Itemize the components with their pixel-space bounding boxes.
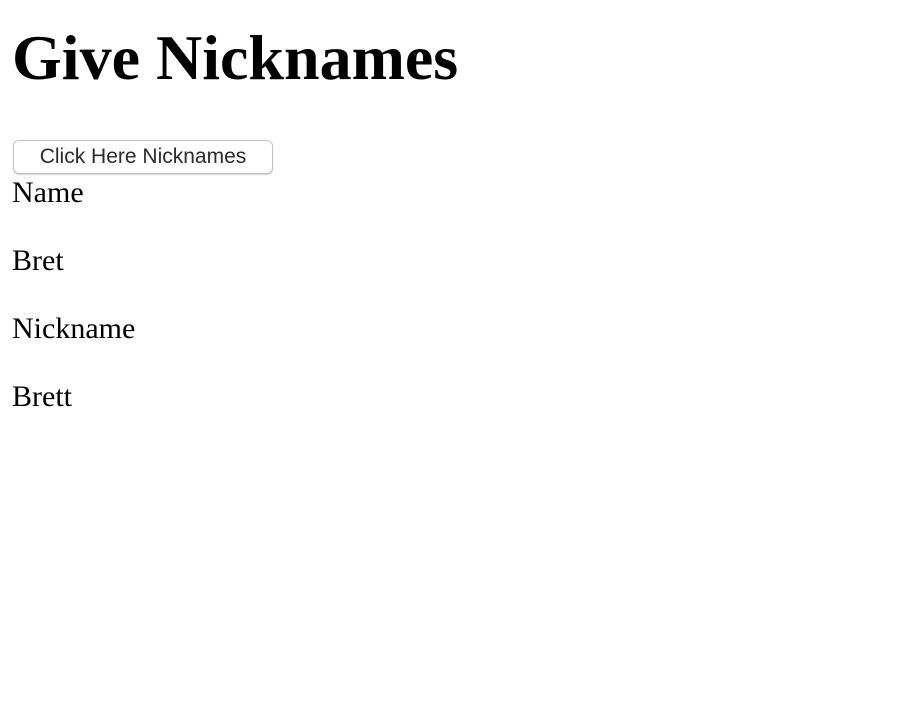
- click-here-nicknames-button[interactable]: Click Here Nicknames: [13, 140, 273, 174]
- nickname-value: Brett: [12, 380, 72, 413]
- page-title: Give Nicknames: [12, 22, 459, 93]
- nickname-label: Nickname: [12, 312, 136, 345]
- name-label: Name: [12, 176, 84, 209]
- name-value: Bret: [12, 244, 64, 277]
